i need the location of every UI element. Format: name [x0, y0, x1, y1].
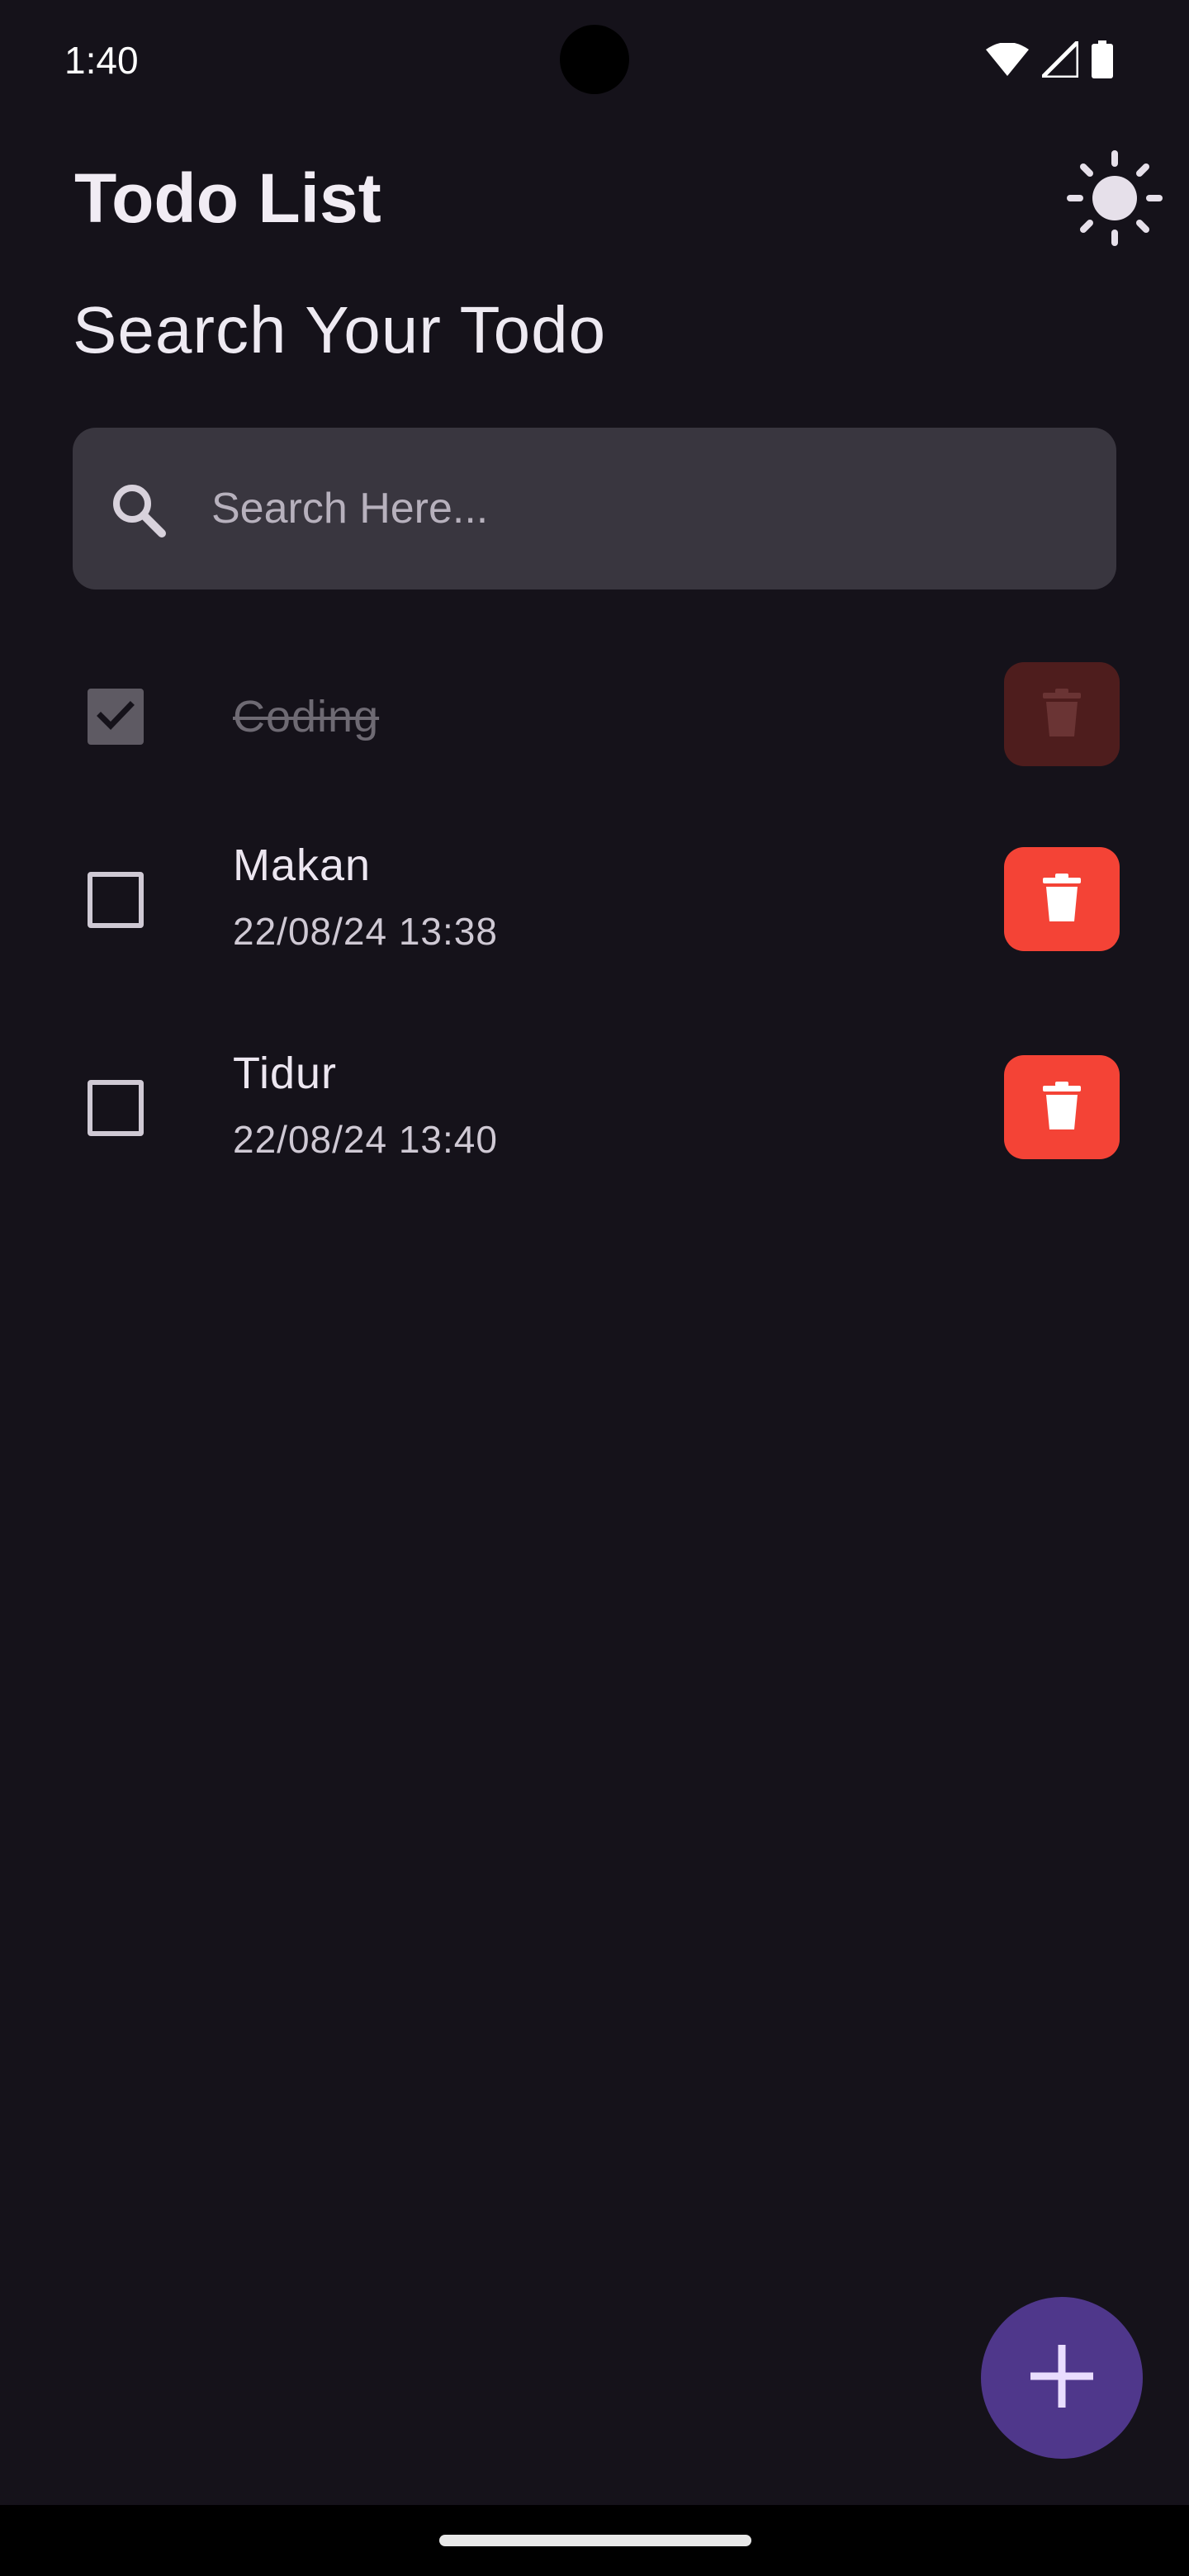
search-section-title: Search Your Todo	[73, 293, 607, 367]
delete-button[interactable]	[1004, 1055, 1120, 1159]
app-screen: 1:40 Todo List Search Your Todo Search H…	[0, 0, 1189, 2505]
app-title: Todo List	[74, 159, 381, 237]
add-todo-button[interactable]	[981, 2297, 1143, 2459]
todo-checkbox[interactable]	[88, 689, 144, 745]
home-indicator[interactable]	[439, 2535, 751, 2546]
todo-checkbox[interactable]	[88, 1080, 144, 1136]
status-icons	[986, 40, 1113, 79]
todo-title: Tidur	[233, 1049, 338, 1098]
camera-cutout	[560, 25, 629, 94]
search-input[interactable]	[211, 462, 1087, 555]
todo-date: 22/08/24 13:40	[233, 1118, 498, 1161]
todo-date: 22/08/24 13:38	[233, 910, 498, 953]
trash-icon	[1043, 873, 1081, 926]
signal-icon	[1042, 41, 1078, 78]
trash-icon	[1043, 1081, 1081, 1134]
todo-checkbox[interactable]	[88, 872, 144, 928]
check-icon	[96, 695, 135, 739]
wifi-icon	[986, 43, 1029, 76]
delete-button[interactable]	[1004, 662, 1120, 766]
todo-item: Coding	[0, 631, 1189, 796]
todo-item: Tidur 22/08/24 13:40	[0, 1047, 1189, 1212]
trash-icon	[1043, 688, 1081, 741]
todo-title: Coding	[233, 692, 380, 741]
delete-button[interactable]	[1004, 847, 1120, 951]
sun-icon	[1067, 149, 1163, 250]
todo-item: Makan 22/08/24 13:38	[0, 839, 1189, 1004]
plus-icon	[1027, 2342, 1097, 2415]
battery-icon	[1092, 40, 1113, 78]
todo-title: Makan	[233, 841, 372, 890]
theme-toggle-button[interactable]	[1067, 149, 1163, 250]
search-icon	[109, 481, 168, 540]
status-time: 1:40	[64, 39, 139, 82]
